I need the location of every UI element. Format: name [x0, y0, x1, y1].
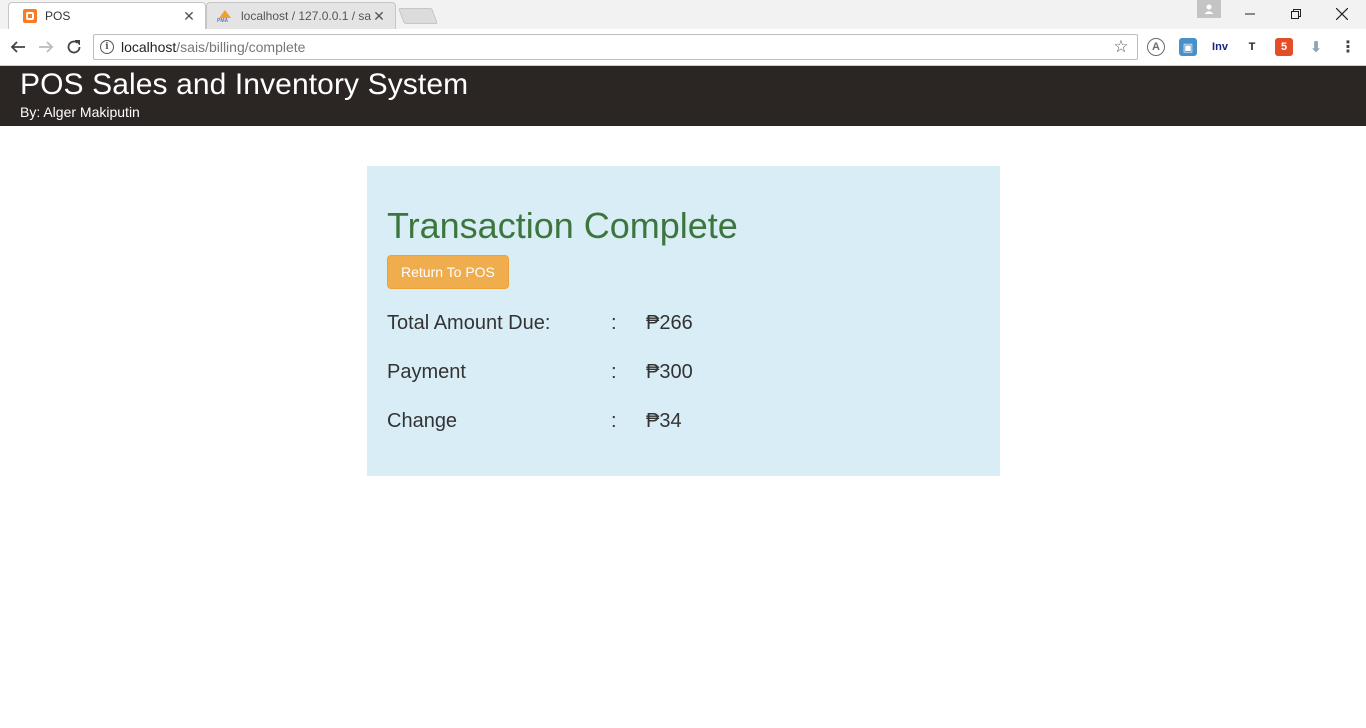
forward-arrow-icon[interactable] [34, 35, 58, 59]
total-amount-label: Total Amount Due: [387, 312, 551, 334]
translate-ext-icon[interactable]: T [1243, 38, 1261, 56]
profile-icon[interactable] [1197, 0, 1221, 18]
reload-icon[interactable] [62, 35, 86, 59]
close-window-button[interactable] [1319, 0, 1365, 28]
site-header: POS Sales and Inventory System By: Alger… [0, 66, 1366, 126]
xampp-favicon-icon [23, 9, 37, 23]
close-icon[interactable]: ✕ [181, 8, 197, 24]
adblock-icon[interactable]: A [1147, 38, 1165, 56]
inv-ext-icon[interactable]: Inv [1208, 38, 1232, 56]
change-value: ₱34 [646, 410, 682, 432]
new-tab-button[interactable] [398, 8, 438, 24]
total-amount-value: ₱266 [646, 312, 693, 334]
back-arrow-icon[interactable] [6, 35, 30, 59]
close-icon[interactable]: ✕ [371, 8, 387, 24]
tab-title: POS [45, 9, 71, 23]
url-path: /sais/billing/complete [176, 39, 306, 55]
url-host: localhost [121, 39, 177, 55]
site-title: POS Sales and Inventory System [20, 68, 469, 101]
download-ext-icon[interactable]: ⬇ [1307, 38, 1325, 56]
payment-label: Payment [387, 361, 466, 383]
separator: : [611, 312, 617, 334]
change-label: Change [387, 410, 458, 432]
separator: : [611, 410, 617, 432]
separator: : [611, 361, 617, 383]
browser-toolbar: i localhost/sais/billing/complete ☆ A ▣ … [0, 29, 1366, 66]
restore-window-button[interactable] [1273, 0, 1319, 28]
return-to-pos-button[interactable]: Return To POS [387, 255, 509, 289]
html5-ext-icon[interactable]: 5 [1275, 38, 1293, 56]
url-text[interactable]: localhost/sais/billing/complete [121, 39, 1109, 55]
screenshot-ext-icon[interactable]: ▣ [1179, 38, 1197, 56]
transaction-heading: Transaction Complete [387, 205, 738, 246]
site-subtitle: By: Alger Makiputin [20, 104, 140, 120]
menu-kebab-icon[interactable]: ⋮ [1339, 38, 1357, 56]
tab-pos[interactable]: POS ✕ [8, 2, 206, 29]
bookmark-star-icon[interactable]: ☆ [1109, 37, 1133, 57]
minimize-window-button[interactable] [1227, 0, 1273, 28]
address-bar[interactable]: i localhost/sais/billing/complete ☆ [93, 34, 1138, 60]
info-icon[interactable]: i [100, 40, 114, 54]
phpmyadmin-favicon-icon [217, 9, 233, 24]
tab-phpmyadmin[interactable]: localhost / 127.0.0.1 / sai ✕ [206, 2, 396, 29]
tab-title: localhost / 127.0.0.1 / sai [241, 9, 371, 23]
transaction-complete-panel: Transaction Complete Return To POS Total… [367, 166, 1000, 476]
payment-value: ₱300 [646, 361, 693, 383]
browser-tab-strip: POS ✕ localhost / 127.0.0.1 / sai ✕ [0, 0, 1366, 29]
